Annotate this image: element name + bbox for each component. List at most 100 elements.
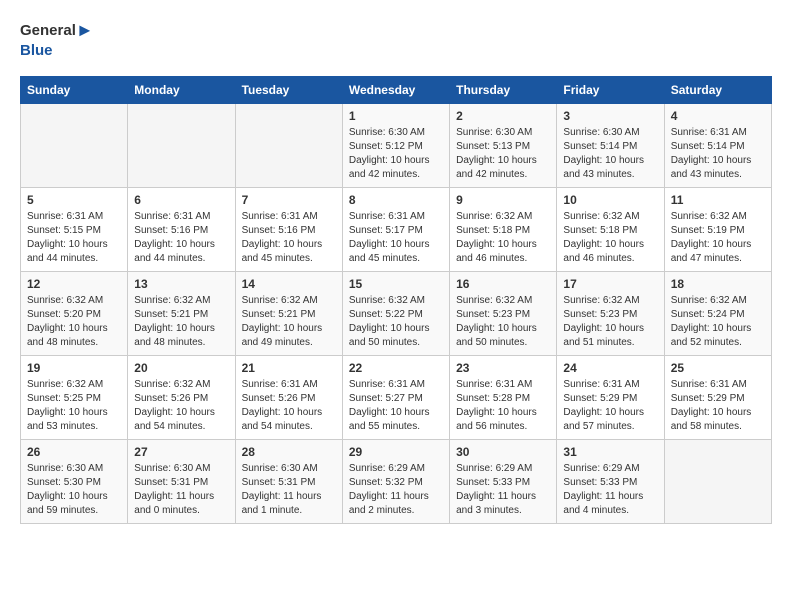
header-tuesday: Tuesday (235, 76, 342, 103)
day-number: 8 (349, 193, 443, 207)
day-info: Sunrise: 6:31 AM Sunset: 5:14 PM Dayligh… (671, 126, 765, 182)
calendar-cell: 7Sunrise: 6:31 AM Sunset: 5:16 PM Daylig… (235, 187, 342, 271)
day-number: 26 (27, 445, 121, 459)
day-info: Sunrise: 6:32 AM Sunset: 5:18 PM Dayligh… (456, 210, 550, 266)
calendar-cell (21, 103, 128, 187)
calendar-cell: 14 Sunrise: 6:32 AM Sunset: 5:21 PM Dayli… (235, 271, 342, 355)
day-info: Sunrise: 6:30 AM Sunset: 5:12 PM Dayligh… (349, 126, 443, 182)
calendar-cell: 17 Sunrise: 6:32 AM Sunset: 5:23 PM Dayli… (557, 271, 664, 355)
day-number: 30 (456, 445, 550, 459)
calendar-week-3: 12Sunrise: 6:32 AM Sunset: 5:20 PM Dayli… (21, 271, 772, 355)
calendar-cell: 15 Sunrise: 6:32 AM Sunset: 5:22 PM Dayli… (342, 271, 449, 355)
day-number: 28 (242, 445, 336, 459)
calendar-cell: 6 Sunrise: 6:31 AM Sunset: 5:16 PM Daylig… (128, 187, 235, 271)
day-number: 9 (456, 193, 550, 207)
calendar-cell: 19 Sunrise: 6:32 AM Sunset: 5:25 PM Dayli… (21, 355, 128, 439)
calendar-table: SundayMondayTuesdayWednesdayThursdayFrid… (20, 76, 772, 524)
day-info: Sunrise: 6:32 AM Sunset: 5:19 PM Dayligh… (671, 210, 765, 266)
calendar-cell: 22 Sunrise: 6:31 AM Sunset: 5:27 PM Dayli… (342, 355, 449, 439)
day-info: Sunrise: 6:31 AM Sunset: 5:28 PM Dayligh… (456, 378, 550, 434)
calendar-week-1: 1Sunrise: 6:30 AM Sunset: 5:12 PM Daylig… (21, 103, 772, 187)
calendar-cell: 16 Sunrise: 6:32 AM Sunset: 5:23 PM Dayli… (450, 271, 557, 355)
calendar-cell: 25 Sunrise: 6:31 AM Sunset: 5:29 PM Dayli… (664, 355, 771, 439)
calendar-cell: 10 Sunrise: 6:32 AM Sunset: 5:18 PM Dayli… (557, 187, 664, 271)
day-number: 5 (27, 193, 121, 207)
calendar-cell: 1Sunrise: 6:30 AM Sunset: 5:12 PM Daylig… (342, 103, 449, 187)
day-info: Sunrise: 6:31 AM Sunset: 5:29 PM Dayligh… (563, 378, 657, 434)
day-info: Sunrise: 6:31 AM Sunset: 5:16 PM Dayligh… (134, 210, 228, 266)
calendar-cell: 9 Sunrise: 6:32 AM Sunset: 5:18 PM Daylig… (450, 187, 557, 271)
day-number: 4 (671, 109, 765, 123)
calendar-header-row: SundayMondayTuesdayWednesdayThursdayFrid… (21, 76, 772, 103)
day-number: 14 (242, 277, 336, 291)
day-info: Sunrise: 6:29 AM Sunset: 5:33 PM Dayligh… (563, 462, 657, 518)
calendar-cell: 5 Sunrise: 6:31 AM Sunset: 5:15 PM Daylig… (21, 187, 128, 271)
header-sunday: Sunday (21, 76, 128, 103)
day-number: 27 (134, 445, 228, 459)
day-info: Sunrise: 6:32 AM Sunset: 5:18 PM Dayligh… (563, 210, 657, 266)
calendar-cell: 29 Sunrise: 6:29 AM Sunset: 5:32 PM Dayli… (342, 439, 449, 523)
day-number: 22 (349, 361, 443, 375)
day-number: 2 (456, 109, 550, 123)
day-info: Sunrise: 6:32 AM Sunset: 5:21 PM Dayligh… (134, 294, 228, 350)
day-info: Sunrise: 6:29 AM Sunset: 5:33 PM Dayligh… (456, 462, 550, 518)
day-number: 24 (563, 361, 657, 375)
day-number: 23 (456, 361, 550, 375)
calendar-cell: 31 Sunrise: 6:29 AM Sunset: 5:33 PM Dayli… (557, 439, 664, 523)
day-number: 21 (242, 361, 336, 375)
day-number: 17 (563, 277, 657, 291)
calendar-cell: 27 Sunrise: 6:30 AM Sunset: 5:31 PM Dayli… (128, 439, 235, 523)
day-info: Sunrise: 6:32 AM Sunset: 5:20 PM Dayligh… (27, 294, 121, 350)
header-wednesday: Wednesday (342, 76, 449, 103)
calendar-cell (128, 103, 235, 187)
day-number: 15 (349, 277, 443, 291)
calendar-week-4: 19 Sunrise: 6:32 AM Sunset: 5:25 PM Dayli… (21, 355, 772, 439)
calendar-cell: 3 Sunrise: 6:30 AM Sunset: 5:14 PM Daylig… (557, 103, 664, 187)
calendar-cell: 26 Sunrise: 6:30 AM Sunset: 5:30 PM Dayli… (21, 439, 128, 523)
day-number: 10 (563, 193, 657, 207)
calendar-cell: 30 Sunrise: 6:29 AM Sunset: 5:33 PM Dayli… (450, 439, 557, 523)
day-info: Sunrise: 6:32 AM Sunset: 5:25 PM Dayligh… (27, 378, 121, 434)
day-number: 29 (349, 445, 443, 459)
page-header: General► Blue (20, 20, 772, 60)
day-info: Sunrise: 6:30 AM Sunset: 5:31 PM Dayligh… (134, 462, 228, 518)
header-monday: Monday (128, 76, 235, 103)
calendar-cell: 20 Sunrise: 6:32 AM Sunset: 5:26 PM Dayli… (128, 355, 235, 439)
calendar-cell: 13 Sunrise: 6:32 AM Sunset: 5:21 PM Dayli… (128, 271, 235, 355)
calendar-cell: 28Sunrise: 6:30 AM Sunset: 5:31 PM Dayli… (235, 439, 342, 523)
day-number: 18 (671, 277, 765, 291)
day-number: 16 (456, 277, 550, 291)
calendar-cell: 12Sunrise: 6:32 AM Sunset: 5:20 PM Dayli… (21, 271, 128, 355)
calendar-cell: 23 Sunrise: 6:31 AM Sunset: 5:28 PM Dayli… (450, 355, 557, 439)
day-info: Sunrise: 6:32 AM Sunset: 5:23 PM Dayligh… (563, 294, 657, 350)
day-number: 13 (134, 277, 228, 291)
day-info: Sunrise: 6:32 AM Sunset: 5:24 PM Dayligh… (671, 294, 765, 350)
day-number: 20 (134, 361, 228, 375)
day-info: Sunrise: 6:31 AM Sunset: 5:15 PM Dayligh… (27, 210, 121, 266)
day-info: Sunrise: 6:31 AM Sunset: 5:29 PM Dayligh… (671, 378, 765, 434)
day-number: 19 (27, 361, 121, 375)
day-info: Sunrise: 6:30 AM Sunset: 5:14 PM Dayligh… (563, 126, 657, 182)
day-info: Sunrise: 6:30 AM Sunset: 5:13 PM Dayligh… (456, 126, 550, 182)
day-number: 3 (563, 109, 657, 123)
header-friday: Friday (557, 76, 664, 103)
day-number: 31 (563, 445, 657, 459)
day-info: Sunrise: 6:31 AM Sunset: 5:17 PM Dayligh… (349, 210, 443, 266)
calendar-cell: 24 Sunrise: 6:31 AM Sunset: 5:29 PM Dayli… (557, 355, 664, 439)
day-info: Sunrise: 6:32 AM Sunset: 5:26 PM Dayligh… (134, 378, 228, 434)
calendar-cell: 2 Sunrise: 6:30 AM Sunset: 5:13 PM Daylig… (450, 103, 557, 187)
day-info: Sunrise: 6:31 AM Sunset: 5:27 PM Dayligh… (349, 378, 443, 434)
calendar-cell (664, 439, 771, 523)
day-info: Sunrise: 6:32 AM Sunset: 5:21 PM Dayligh… (242, 294, 336, 350)
calendar-cell: 11Sunrise: 6:32 AM Sunset: 5:19 PM Dayli… (664, 187, 771, 271)
calendar-week-5: 26 Sunrise: 6:30 AM Sunset: 5:30 PM Dayli… (21, 439, 772, 523)
day-info: Sunrise: 6:32 AM Sunset: 5:23 PM Dayligh… (456, 294, 550, 350)
logo: General► Blue (20, 20, 94, 60)
calendar-cell: 21 Sunrise: 6:31 AM Sunset: 5:26 PM Dayli… (235, 355, 342, 439)
day-info: Sunrise: 6:32 AM Sunset: 5:22 PM Dayligh… (349, 294, 443, 350)
day-number: 6 (134, 193, 228, 207)
day-number: 25 (671, 361, 765, 375)
day-info: Sunrise: 6:31 AM Sunset: 5:26 PM Dayligh… (242, 378, 336, 434)
day-info: Sunrise: 6:29 AM Sunset: 5:32 PM Dayligh… (349, 462, 443, 518)
day-info: Sunrise: 6:30 AM Sunset: 5:30 PM Dayligh… (27, 462, 121, 518)
